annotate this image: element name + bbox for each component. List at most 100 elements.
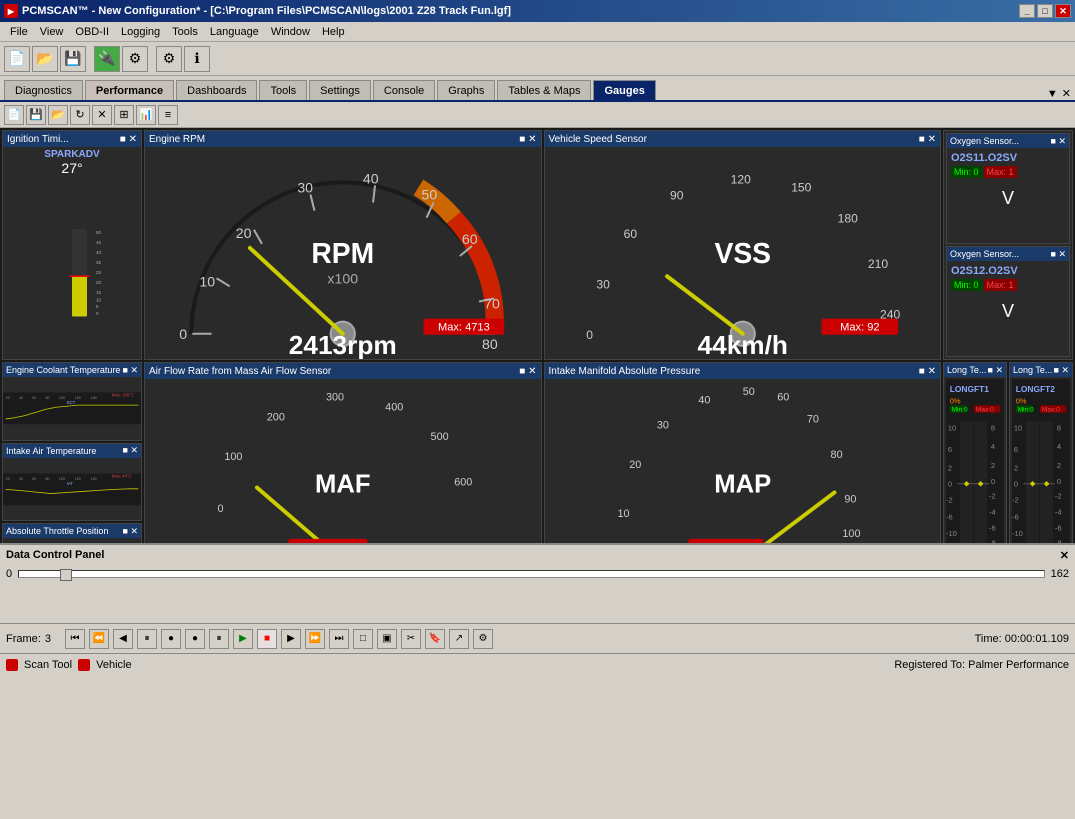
tab-performance[interactable]: Performance xyxy=(85,80,174,100)
longft1-close[interactable]: ■ ✕ xyxy=(988,365,1003,376)
skip-start-button[interactable]: ⏮ xyxy=(65,629,85,649)
tab-dropdown-icon[interactable]: ▼ xyxy=(1047,88,1058,100)
import-button[interactable]: ▣ xyxy=(377,629,397,649)
ignition-content: SPARKADV 27° 50 45 40 35 25 20 15 10 5 0 xyxy=(3,147,141,359)
sub-save-btn[interactable]: 💾 xyxy=(26,105,46,125)
slider-track[interactable] xyxy=(18,570,1045,578)
tabbar-right: ▼ ✕ xyxy=(1047,87,1071,100)
svg-text:10: 10 xyxy=(948,423,956,432)
disconnect-button[interactable]: ⚙ xyxy=(122,46,148,72)
connect-button[interactable]: 🔌 xyxy=(94,46,120,72)
bookmark-button[interactable]: 🔖 xyxy=(425,629,445,649)
config-button[interactable]: ⚙ xyxy=(473,629,493,649)
maf-close[interactable]: ■ ✕ xyxy=(519,366,536,377)
tab-console[interactable]: Console xyxy=(373,80,435,100)
export2-button[interactable]: ↗ xyxy=(449,629,469,649)
new-button[interactable]: 📄 xyxy=(4,46,30,72)
stop-button[interactable]: ■ xyxy=(257,629,277,649)
rewind-button[interactable]: ⏪ xyxy=(89,629,109,649)
pause-button2[interactable]: ⏸ xyxy=(209,629,229,649)
ect-close[interactable]: ■ ✕ xyxy=(123,365,138,376)
menu-file[interactable]: File xyxy=(4,24,34,40)
tab-tables[interactable]: Tables & Maps xyxy=(497,80,591,100)
tab-graphs[interactable]: Graphs xyxy=(437,80,495,100)
export-button[interactable]: □ xyxy=(353,629,373,649)
svg-text:-6: -6 xyxy=(1055,524,1062,533)
svg-text:100: 100 xyxy=(224,451,242,463)
vss-close[interactable]: ■ ✕ xyxy=(919,134,936,145)
tab-dashboards[interactable]: Dashboards xyxy=(176,80,257,100)
oxygen1-close[interactable]: ■ ✕ xyxy=(1051,136,1066,147)
skip-end-button[interactable]: ⏭ xyxy=(329,629,349,649)
info-button[interactable]: ℹ xyxy=(184,46,210,72)
oxygen2-close[interactable]: ■ ✕ xyxy=(1051,249,1066,260)
step-forward-button[interactable]: ▶ xyxy=(281,629,301,649)
ignition-close[interactable]: ■ ✕ xyxy=(120,134,137,145)
longft2-header: Long Te... ■ ✕ xyxy=(1010,363,1072,377)
maximize-button[interactable]: □ xyxy=(1037,4,1053,18)
sub-refresh-btn[interactable]: ↻ xyxy=(70,105,90,125)
data-control-close[interactable]: ✕ xyxy=(1060,549,1069,562)
minimize-button[interactable]: _ xyxy=(1019,4,1035,18)
svg-text:100: 100 xyxy=(842,528,860,540)
tab-tools[interactable]: Tools xyxy=(259,80,307,100)
title-bar: ▶ PCMSCAN™ - New Configuration* - [C:\Pr… xyxy=(0,0,1075,22)
play-button[interactable]: ▶ xyxy=(233,629,253,649)
svg-text:Max: 106°C: Max: 106°C xyxy=(112,393,134,398)
tab-close-icon[interactable]: ✕ xyxy=(1062,87,1071,100)
dot-button1[interactable]: ● xyxy=(161,629,181,649)
tab-gauges[interactable]: Gauges xyxy=(593,80,655,100)
pause-button[interactable]: ⏸ xyxy=(137,629,157,649)
tab-diagnostics[interactable]: Diagnostics xyxy=(4,80,83,100)
throttle-title: Absolute Throttle Position xyxy=(6,526,108,536)
vss-gauge-canvas: 0 30 60 90 120 150 180 210 240 VSS xyxy=(545,147,941,359)
vss-title: Vehicle Speed Sensor xyxy=(549,134,647,145)
sub-open-btn[interactable]: 📂 xyxy=(48,105,68,125)
menu-window[interactable]: Window xyxy=(265,24,316,40)
menu-help[interactable]: Help xyxy=(316,24,351,40)
menu-view[interactable]: View xyxy=(34,24,70,40)
sub-grid-btn[interactable]: ⊞ xyxy=(114,105,134,125)
config-button[interactable]: ⚙ xyxy=(156,46,182,72)
menu-obd[interactable]: OBD-II xyxy=(69,24,115,40)
sub-list-btn[interactable]: ≡ xyxy=(158,105,178,125)
menu-logging[interactable]: Logging xyxy=(115,24,166,40)
longft2-close[interactable]: ■ ✕ xyxy=(1054,365,1069,376)
svg-text:0%: 0% xyxy=(1016,396,1027,405)
sub-x-btn[interactable]: ✕ xyxy=(92,105,112,125)
svg-text:30: 30 xyxy=(596,277,610,291)
sub-new-btn[interactable]: 📄 xyxy=(4,105,24,125)
clip-button[interactable]: ✂ xyxy=(401,629,421,649)
svg-text:2: 2 xyxy=(948,464,952,473)
close-button[interactable]: ✕ xyxy=(1055,4,1071,18)
svg-text:40: 40 xyxy=(19,476,23,480)
oxygen1-label: O2S11.O2SV xyxy=(951,152,1065,164)
open-button[interactable]: 📂 xyxy=(32,46,58,72)
menu-language[interactable]: Language xyxy=(204,24,265,40)
svg-text:Max:0: Max:0 xyxy=(976,407,994,414)
step-back-button[interactable]: ◀ xyxy=(113,629,133,649)
slider-row: 0 162 xyxy=(6,568,1069,580)
tab-settings[interactable]: Settings xyxy=(309,80,371,100)
app-icon: ▶ xyxy=(4,4,18,18)
svg-text:120: 120 xyxy=(75,396,81,400)
menu-tools[interactable]: Tools xyxy=(166,24,204,40)
throttle-close[interactable]: ■ ✕ xyxy=(123,526,138,537)
svg-text:50: 50 xyxy=(96,230,102,235)
oxygen1-range: Min: 0 Max: 1 xyxy=(951,166,1065,178)
sub-chart-btn[interactable]: 📊 xyxy=(136,105,156,125)
map-close[interactable]: ■ ✕ xyxy=(919,366,936,377)
titlebar-left: ▶ PCMSCAN™ - New Configuration* - [C:\Pr… xyxy=(4,4,511,18)
iat-header: Intake Air Temperature ■ ✕ xyxy=(3,444,141,458)
fast-forward-button[interactable]: ⏩ xyxy=(305,629,325,649)
save-button[interactable]: 💾 xyxy=(60,46,86,72)
dot-button2[interactable]: ● xyxy=(185,629,205,649)
svg-text:2: 2 xyxy=(1057,461,1061,470)
iat-close[interactable]: ■ ✕ xyxy=(123,445,138,456)
rpm-close[interactable]: ■ ✕ xyxy=(519,134,536,145)
data-control-header: Data Control Panel ✕ xyxy=(6,549,1069,562)
oxygen2-unit: V xyxy=(951,301,1065,322)
slider-thumb[interactable] xyxy=(60,569,72,581)
svg-text:-6: -6 xyxy=(946,512,953,521)
svg-text:-6: -6 xyxy=(989,524,996,533)
